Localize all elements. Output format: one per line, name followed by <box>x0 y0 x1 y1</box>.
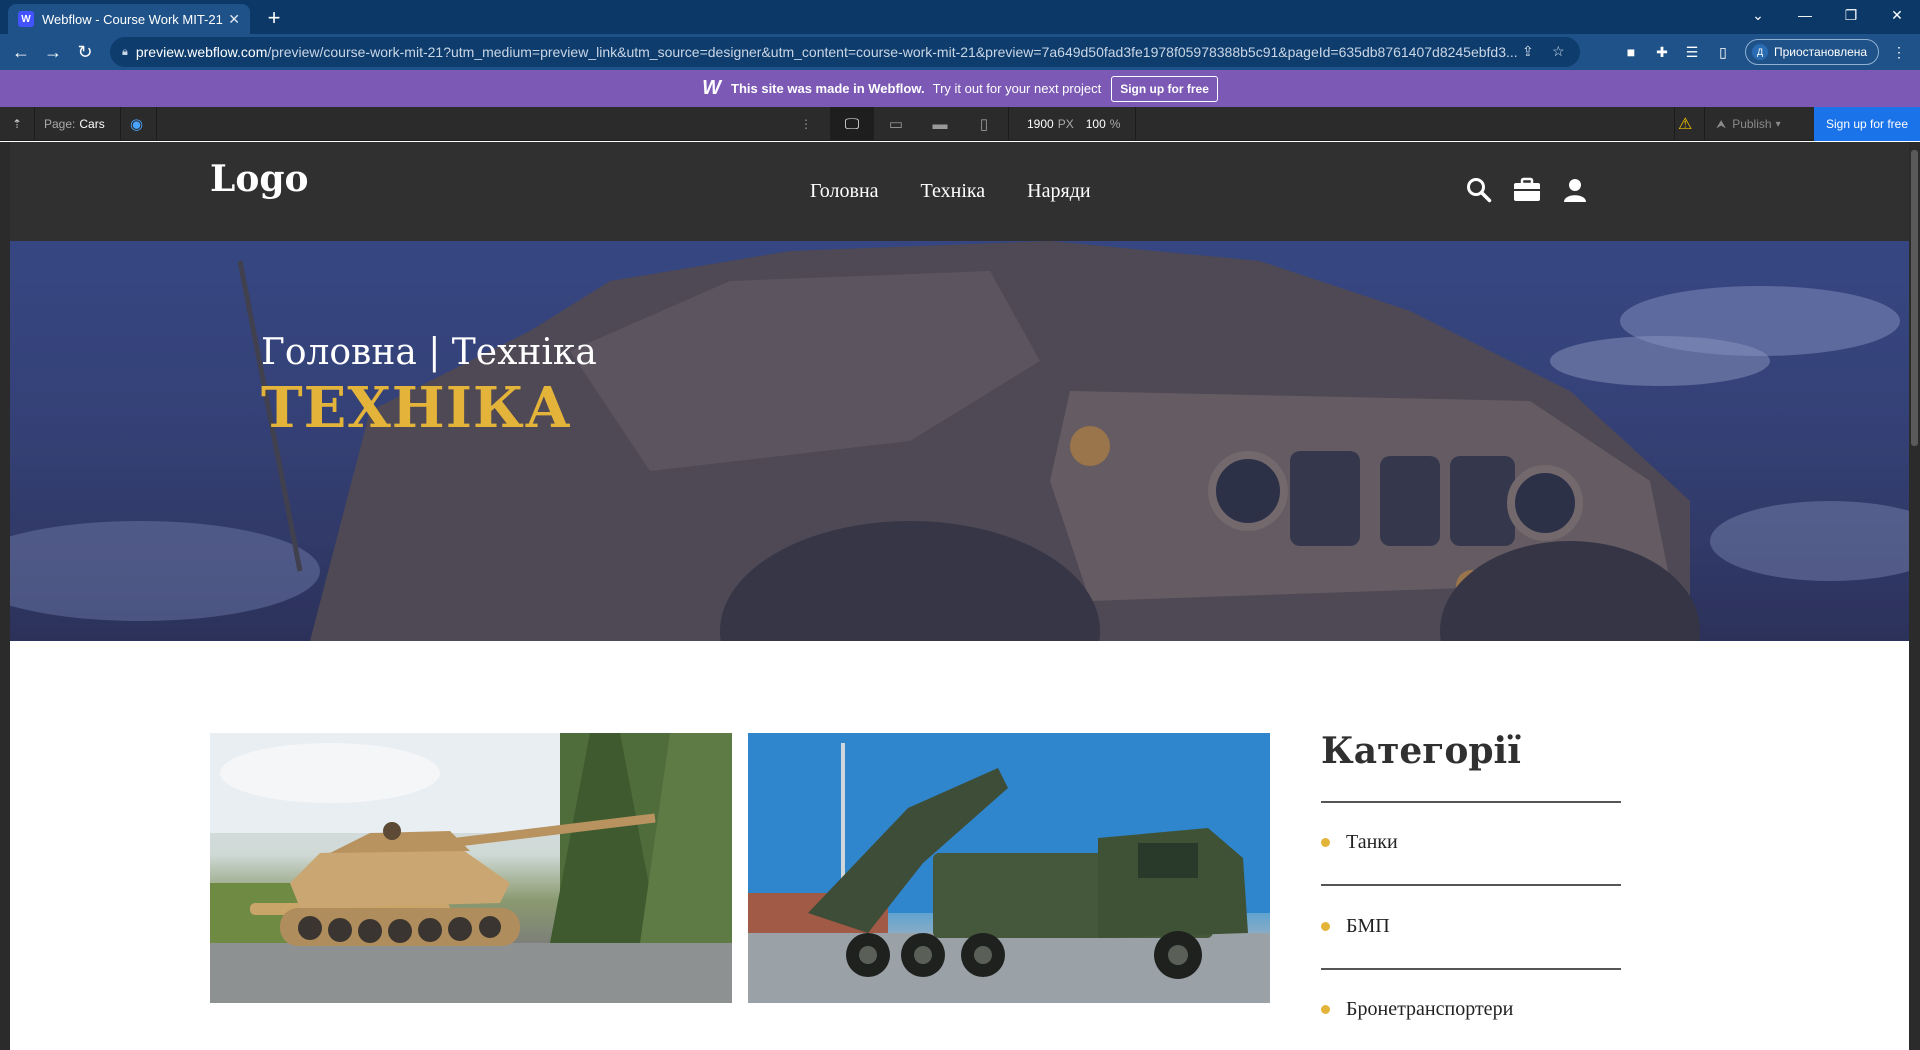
canvas-width: 1900 PX 100 % <box>1027 107 1120 141</box>
avatar: Д <box>1752 44 1768 60</box>
webflow-banner: W This site was made in Webflow. Try it … <box>0 70 1920 107</box>
publish-rocket-icon: ⮝ <box>1716 116 1727 131</box>
media-icon[interactable]: ☰ <box>1683 43 1701 61</box>
menu-dots-icon[interactable]: ⋮ <box>1890 43 1908 61</box>
bullet-dot-icon <box>1321 1005 1330 1014</box>
minimize-button[interactable]: — <box>1782 0 1828 30</box>
close-window-button[interactable]: ✕ <box>1874 0 1920 30</box>
chevron-down-icon: ▾ <box>1775 118 1781 130</box>
category-label: Бронетранспортери <box>1346 998 1514 1020</box>
tab-search-icon[interactable]: ⌄ <box>1735 0 1781 30</box>
lock-icon: 🔒︎ <box>122 45 128 58</box>
page-title: ТЕХНІКА <box>261 375 572 441</box>
profile-button[interactable]: Д Приостановлена <box>1745 39 1879 65</box>
url-path: /preview/course-work-mit-21?utm_medium=p… <box>267 44 1518 60</box>
close-tab-icon[interactable]: ✕ <box>228 11 240 28</box>
forward-icon[interactable]: → <box>40 39 66 65</box>
tablet-breakpoint-icon[interactable]: ▭ <box>874 107 918 141</box>
divider <box>1321 884 1621 886</box>
browser-tab-bar: W Webflow - Course Work MIT-21 ✕ + ⌄ — ❐… <box>0 0 1920 34</box>
url-host: preview.webflow.com <box>135 44 268 60</box>
rocket-launcher-image <box>748 733 1270 1003</box>
nav-link-home[interactable]: Головна <box>810 180 879 203</box>
share-icon[interactable]: ⇪ <box>1522 43 1534 60</box>
canvas-width-unit: PX <box>1057 117 1074 131</box>
publish-menu[interactable]: ⮝ Publish ▾ <box>1716 107 1781 141</box>
webflow-favicon-icon: W <box>18 11 34 27</box>
bookmark-star-icon[interactable]: ☆ <box>1552 43 1565 60</box>
webflow-toolbar: ⇡ Page: Cars ◉ ⋮ 🖵︎ ▭ ▬ ▯ 1900 PX 100 % … <box>0 107 1920 141</box>
banner-made-text: This site was made in Webflow. <box>731 81 925 96</box>
category-item-ifv[interactable]: БМП <box>1321 915 1390 938</box>
page-selector[interactable]: Page: Cars <box>44 107 105 141</box>
page-name: Cars <box>79 117 105 131</box>
desktop-breakpoint-icon[interactable]: 🖵︎ <box>830 107 874 141</box>
restore-button[interactable]: ❐ <box>1828 0 1874 30</box>
back-icon[interactable]: ← <box>8 39 34 65</box>
tank-image <box>210 733 732 1003</box>
bullet-dot-icon <box>1321 922 1330 931</box>
user-icon[interactable] <box>1561 176 1589 204</box>
webflow-logo-icon: W <box>702 77 721 99</box>
new-tab-button[interactable]: + <box>260 4 288 32</box>
page-prefix: Page: <box>44 117 76 131</box>
export-icon[interactable]: ⇡ <box>12 107 22 141</box>
site-preview: Logo Головна Техніка Наряди Головна | Те… <box>10 142 1909 1050</box>
divider <box>1321 968 1621 970</box>
browser-tab[interactable]: W Webflow - Course Work MIT-21 ✕ <box>8 4 250 34</box>
breadcrumb: Головна | Техніка <box>261 332 597 373</box>
scrollbar-thumb[interactable] <box>1911 150 1918 446</box>
url-input[interactable]: 🔒︎ preview.webflow.com /preview/course-w… <box>110 37 1580 67</box>
category-label: БМП <box>1346 915 1390 937</box>
tank-image-card[interactable] <box>210 733 732 1003</box>
banner-signup-button[interactable]: Sign up for free <box>1111 75 1218 102</box>
himars-image-card[interactable] <box>748 733 1270 1003</box>
categories-title: Категорії <box>1321 730 1521 772</box>
category-item-apc[interactable]: Бронетранспортери <box>1321 998 1513 1021</box>
banner-cta-text: Try it out for your next project <box>932 81 1102 96</box>
reload-icon[interactable]: ↻ <box>72 39 98 65</box>
canvas-zoom-value: 100 <box>1085 117 1106 131</box>
preview-eye-icon[interactable]: ◉ <box>130 107 143 141</box>
site-logo[interactable]: Logo <box>210 158 309 200</box>
nav-link-outfits[interactable]: Наряди <box>1027 180 1090 203</box>
toolbar-signup-button[interactable]: Sign up for free <box>1814 107 1920 141</box>
main-nav: Головна Техніка Наряди <box>810 180 1091 203</box>
address-toolbar: ← → ↻ 🔒︎ preview.webflow.com /preview/co… <box>0 34 1920 70</box>
publish-label: Publish <box>1732 117 1772 131</box>
hero-overlay <box>10 241 1909 641</box>
category-label: Танки <box>1346 831 1398 853</box>
tab-title: Webflow - Course Work MIT-21 <box>42 11 223 27</box>
divider <box>1321 801 1621 803</box>
hero-banner: Головна | Техніка ТЕХНІКА <box>10 241 1909 641</box>
briefcase-icon[interactable] <box>1513 176 1541 204</box>
side-panel-icon[interactable]: ▯ <box>1714 43 1732 61</box>
warning-icon[interactable]: ⚠ <box>1678 107 1692 141</box>
nav-link-equipment[interactable]: Техніка <box>921 180 986 203</box>
extension-icon[interactable]: ■ <box>1622 43 1640 61</box>
designer-canvas: Logo Головна Техніка Наряди Головна | Те… <box>0 142 1920 1050</box>
bullet-dot-icon <box>1321 838 1330 847</box>
search-icon[interactable] <box>1465 176 1493 204</box>
puzzle-icon[interactable]: ✚ <box>1653 43 1671 61</box>
mobile-landscape-breakpoint-icon[interactable]: ▬ <box>918 107 962 141</box>
canvas-width-value: 1900 <box>1027 117 1054 131</box>
site-header: Logo Головна Техніка Наряди <box>10 142 1909 241</box>
category-item-tanks[interactable]: Танки <box>1321 831 1398 854</box>
header-icons <box>1465 176 1589 204</box>
canvas-zoom-unit: % <box>1109 117 1121 131</box>
more-breakpoints-icon[interactable]: ⋮ <box>800 107 812 141</box>
profile-label: Приостановлена <box>1774 45 1868 59</box>
mobile-portrait-breakpoint-icon[interactable]: ▯ <box>962 107 1006 141</box>
